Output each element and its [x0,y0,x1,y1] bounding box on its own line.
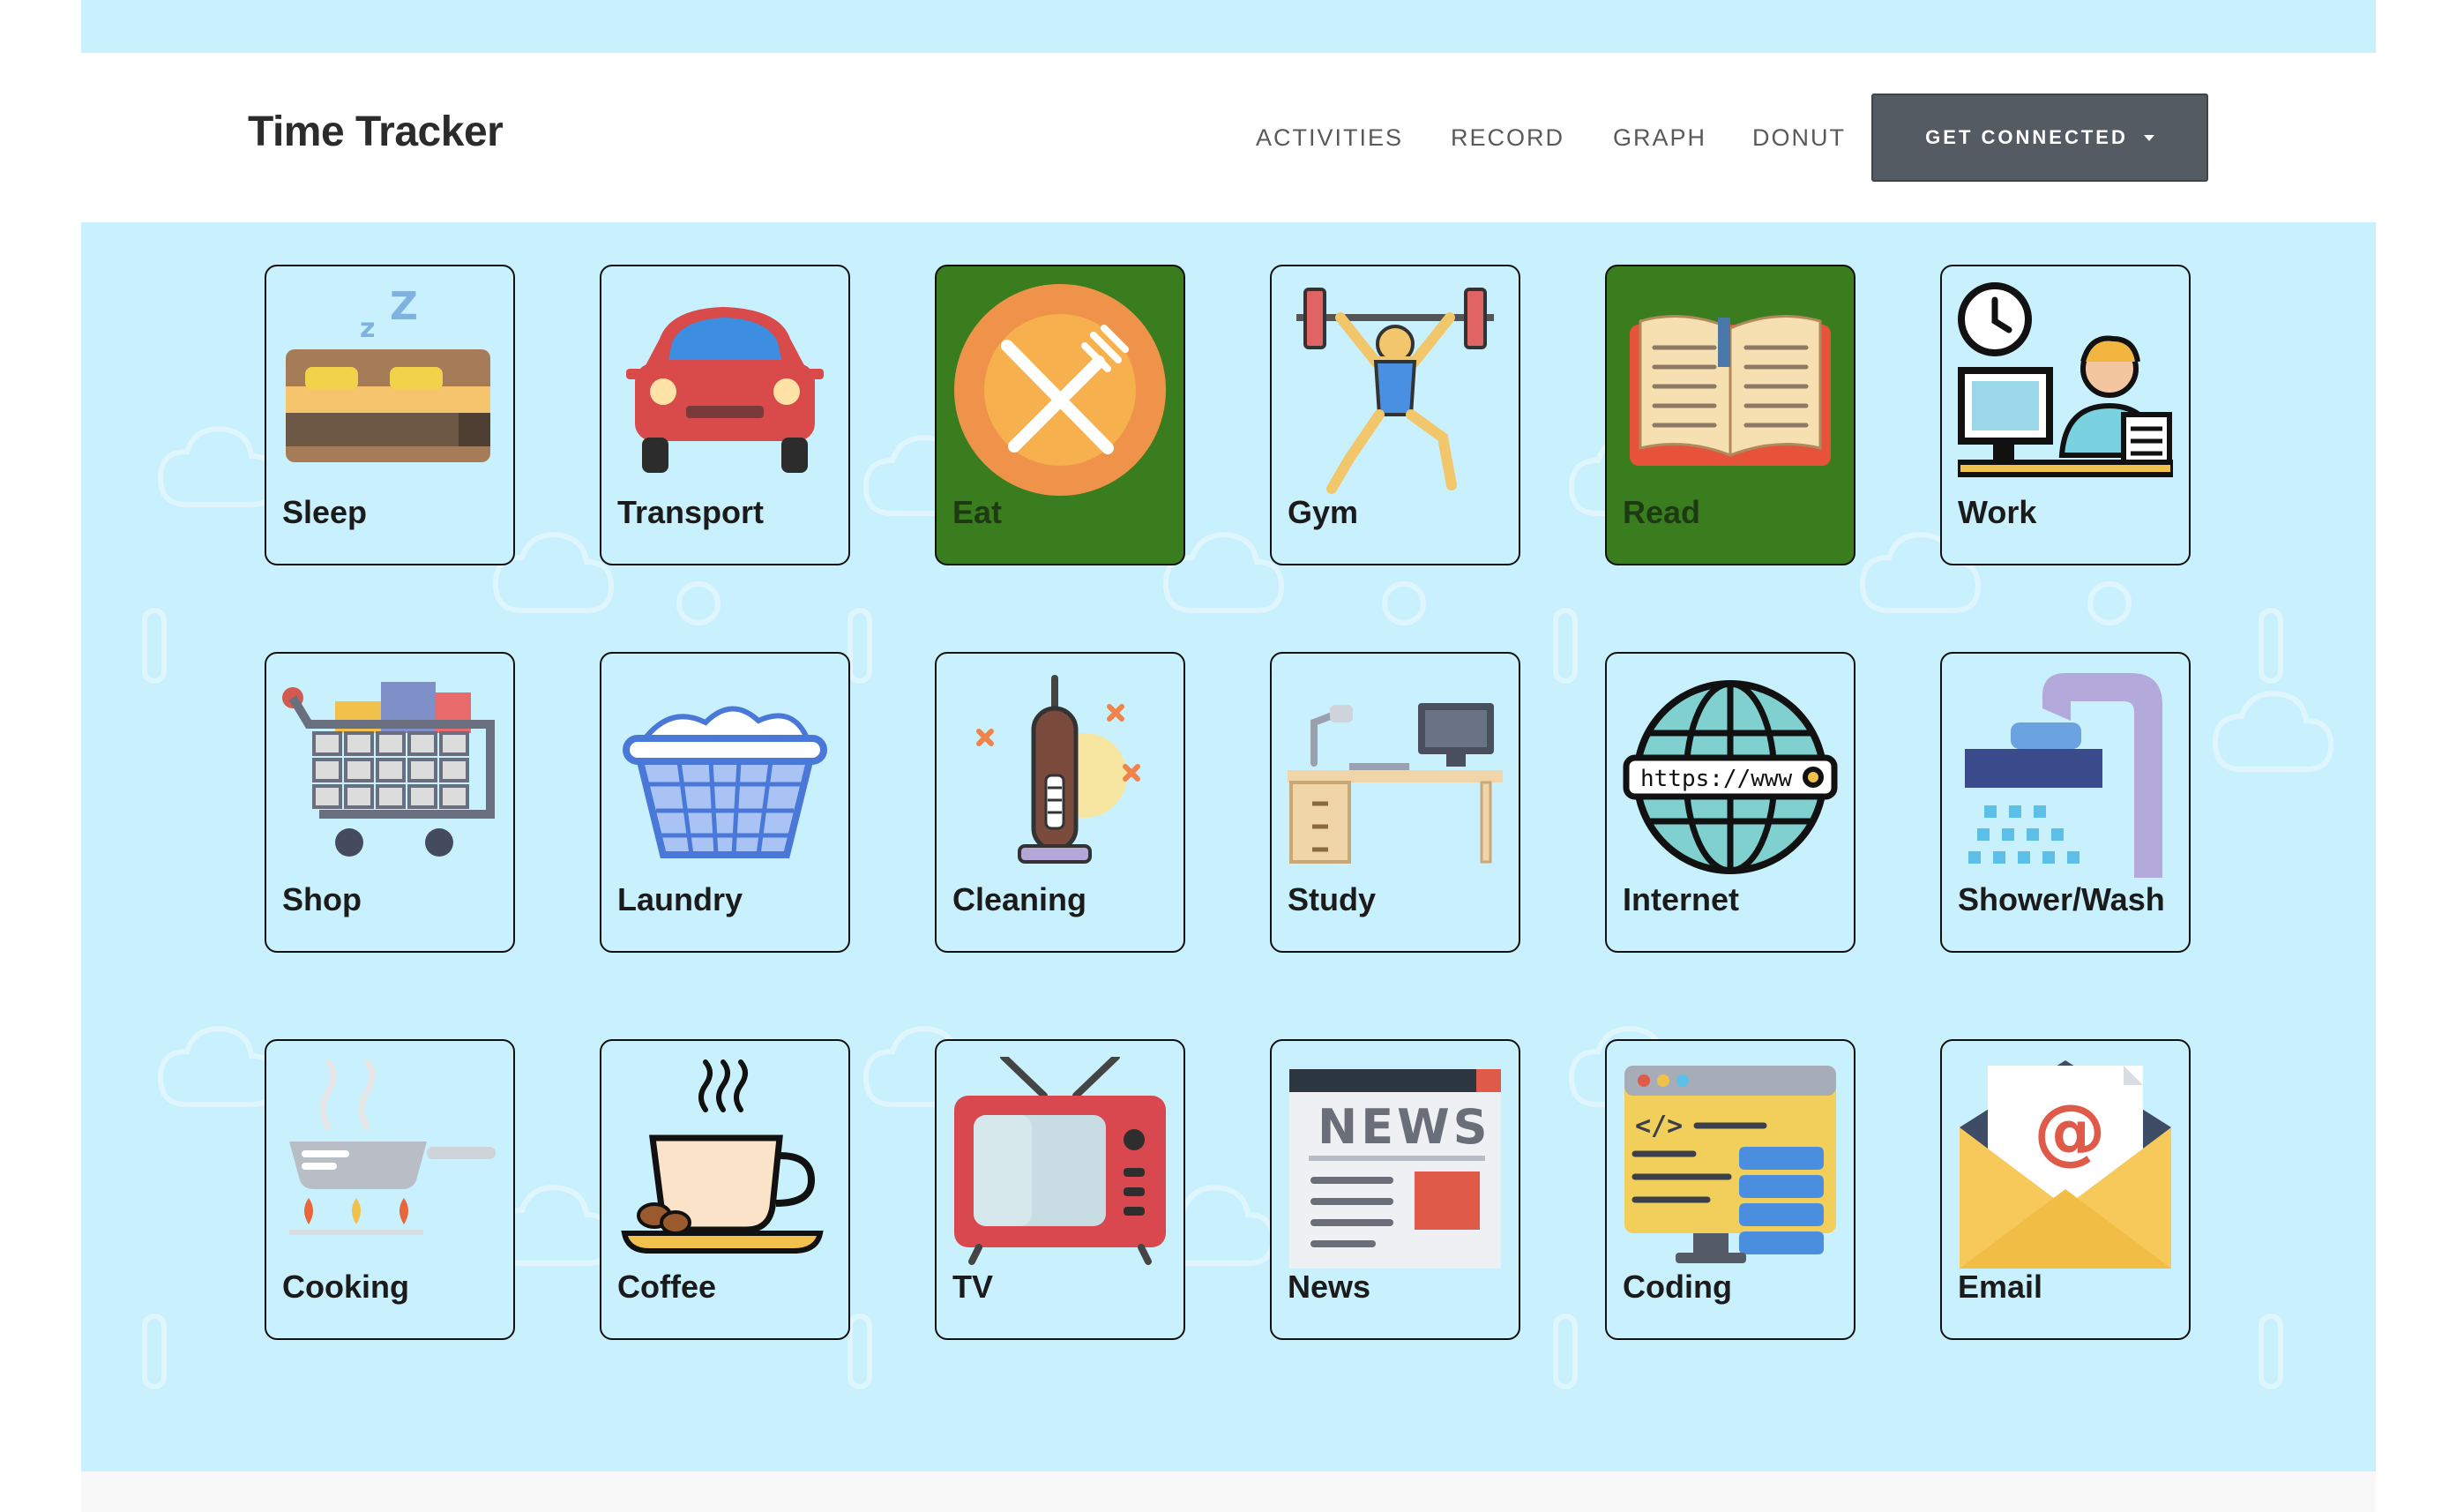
caret-down-icon [2143,134,2154,141]
activity-label: Cooking [282,1269,409,1305]
activity-label: Email [1958,1269,2043,1305]
activity-label: Cleaning [952,881,1087,917]
activity-label: News [1288,1269,1371,1305]
brand-title[interactable]: Time Tracker [248,108,504,156]
get-connected-label: GET CONNECTED [1925,126,2128,148]
activity-label: Internet [1623,881,1740,917]
weightlifter-icon [1296,288,1494,494]
vacuum-cleaner-icon [976,675,1140,864]
activity-tile-cooking[interactable]: Cooking [265,1039,515,1340]
activity-tile-cleaning[interactable]: Cleaning [935,652,1185,953]
activity-tile-email[interactable]: @ Email [1940,1039,2191,1340]
activity-tile-internet[interactable]: https://www Internet [1605,652,1855,953]
coffee-cup-icon [621,1059,824,1254]
plate-cutlery-icon [954,284,1166,496]
get-connected-dropdown-button[interactable]: GET CONNECTED [1871,94,2208,182]
top-band [81,0,2376,53]
footer-band [81,1471,2376,1512]
activity-tile-coffee[interactable]: Coffee [600,1039,850,1340]
activity-tile-coding[interactable]: </> Coding [1605,1039,1855,1340]
desk-icon [1288,703,1503,864]
car-icon [626,307,824,473]
page: Time Tracker ACTIVITIES RECORD GRAPH DON… [81,0,2376,1512]
nav-link-record[interactable]: RECORD [1451,124,1564,152]
activity-tile-news[interactable]: NEWS News [1270,1039,1520,1340]
news-headline: NEWS [1318,1099,1491,1155]
activity-label: Eat [952,494,1003,530]
activity-label: Gym [1288,494,1359,530]
shopping-cart-icon [282,682,495,857]
television-icon [954,1057,1166,1265]
email-envelope-icon: @ [1960,1060,2171,1269]
activity-grid: z Z Sleep Transport Eat Gym Read Work Sh… [265,265,2196,1411]
open-book-icon [1630,315,1831,466]
activity-tile-transport[interactable]: Transport [600,265,850,565]
shower-icon [1965,673,2162,878]
activity-tile-eat[interactable]: Eat [935,265,1185,565]
activity-label: Shop [282,881,362,917]
nav-link-activities[interactable]: ACTIVITIES [1256,124,1403,152]
activity-label: Laundry [617,881,743,917]
activity-label: Shower/Wash [1958,881,2165,917]
activity-tile-shop[interactable]: Shop [265,652,515,953]
code-monitor-icon: </> [1624,1066,1836,1263]
laundry-basket-icon [623,706,827,858]
nav-link-graph[interactable]: GRAPH [1613,124,1706,152]
navbar: Time Tracker ACTIVITIES RECORD GRAPH DON… [81,53,2376,222]
activity-tile-gym[interactable]: Gym [1270,265,1520,565]
activity-label: Transport [617,494,765,530]
activity-tile-tv[interactable]: TV [935,1039,1185,1340]
globe-icon: https://www [1623,680,1838,874]
url-text: https://www [1640,766,1793,792]
activity-label: Work [1958,494,2037,530]
frying-pan-icon [289,1059,496,1235]
nav-link-donut[interactable]: DONUT [1752,124,1846,152]
activity-tile-read[interactable]: Read [1605,265,1855,565]
activities-board: z Z Sleep Transport Eat Gym Read Work Sh… [81,222,2376,1471]
activity-tile-sleep[interactable]: z Z Sleep [265,265,515,565]
activity-tile-shower-wash[interactable]: Shower/Wash [1940,652,2191,953]
activity-label: Coffee [617,1269,717,1305]
at-sign: @ [2034,1089,2106,1173]
svg-text:z: z [360,313,375,344]
activity-label: Sleep [282,494,368,530]
activity-tile-study[interactable]: Study [1270,652,1520,953]
activity-tile-laundry[interactable]: Laundry [600,652,850,953]
activity-label: Coding [1623,1269,1732,1305]
bed-icon: z Z [286,284,490,462]
activity-label: Read [1623,494,1701,530]
code-tag: </> [1635,1111,1683,1141]
activity-label: Study [1288,881,1377,917]
activity-tile-work[interactable]: Work [1940,265,2191,565]
svg-text:Z: Z [390,284,418,329]
activity-label: TV [952,1269,994,1305]
office-worker-icon [1958,282,2173,477]
newspaper-icon: NEWS [1289,1069,1501,1269]
